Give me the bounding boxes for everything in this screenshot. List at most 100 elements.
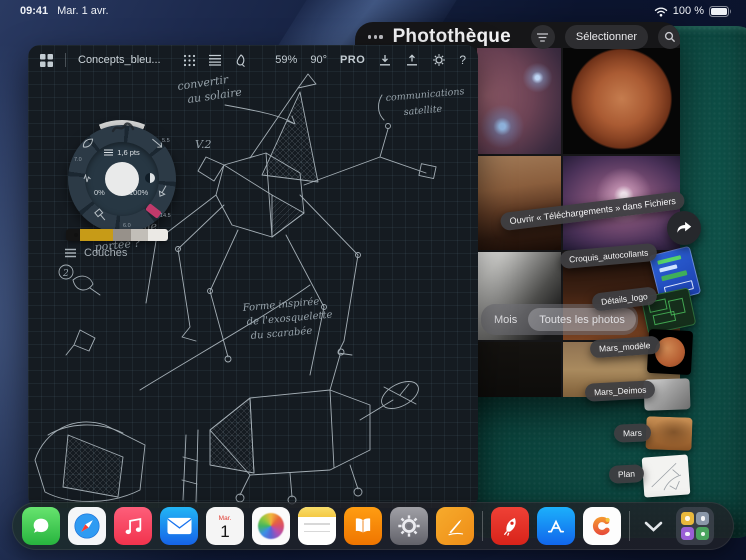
photo-mars-ridge[interactable] (477, 156, 561, 250)
tool-wheel[interactable]: 1,6 pts 0% 100% 7.0 5.5 14.5 6.0 (63, 120, 181, 238)
help-button[interactable]: ? (459, 53, 466, 67)
mail-envelope-icon (166, 517, 192, 535)
search-icon (664, 31, 676, 43)
dock-divider (482, 511, 483, 541)
precision-grid-icon[interactable] (183, 54, 196, 67)
dock-app-messages[interactable] (22, 507, 60, 545)
dock-app-notes[interactable] (298, 507, 336, 545)
photo-dark-frame[interactable] (477, 342, 561, 397)
photo-horsehead-nebula[interactable] (477, 48, 561, 154)
tab-months[interactable]: Mois (483, 308, 528, 331)
dock-app-calendar[interactable]: Mar. 1 (206, 507, 244, 545)
concepts-toolbar: Concepts_bleu... 59% 90° PRO ? (28, 45, 478, 75)
app-library-grid-icon (680, 511, 710, 541)
status-date: Mar. 1 avr. (57, 5, 109, 17)
opacity-min-label: 0% (94, 188, 105, 197)
layers-panel-toggle[interactable]: Couches (64, 247, 127, 259)
dock-app-c[interactable] (583, 507, 621, 545)
active-brush-icon (111, 122, 135, 133)
dock-app-books[interactable] (344, 507, 382, 545)
wheel-size-1: 7.0 (74, 157, 82, 163)
wheel-size-2: 5.5 (162, 138, 170, 144)
annotation-comms-1: communications (385, 86, 465, 104)
dock-app-photos[interactable] (252, 507, 290, 545)
import-icon[interactable] (378, 54, 392, 67)
settings-gear-icon[interactable] (432, 53, 446, 67)
contrast-icon[interactable] (145, 173, 155, 183)
document-title[interactable]: Concepts_bleu... (78, 54, 161, 66)
filter-button[interactable] (530, 25, 555, 49)
share-forward-button[interactable] (667, 211, 701, 245)
status-time: 09:41 (20, 5, 49, 17)
ipad-screen: 09:41 Mar. 1 avr. 100 % Photothèque Séle… (0, 0, 746, 560)
opacity-max-label: 100% (129, 188, 149, 197)
forward-arrow-icon (677, 221, 692, 233)
swatch-gray[interactable] (112, 229, 132, 241)
plan-sketch-lines (651, 462, 682, 491)
select-button[interactable]: Sélectionner (564, 25, 649, 49)
settings-gear-glyph (398, 515, 420, 537)
pro-badge[interactable]: PRO (340, 54, 365, 66)
more-icon[interactable] (368, 35, 383, 39)
annotation-comms-2: satellite (403, 104, 443, 118)
dock-app-concepts[interactable] (436, 507, 474, 545)
search-button[interactable] (658, 25, 680, 49)
calendar-day: 1 (220, 521, 230, 541)
selected-swatch-dot (74, 233, 78, 237)
layers-menu-icon[interactable] (208, 54, 222, 66)
gallery-icon[interactable] (40, 53, 53, 67)
swatch-lightgray[interactable] (131, 229, 148, 241)
photos-flower-icon (258, 513, 284, 539)
appstore-a-icon (547, 519, 565, 533)
stroke-weight-icon (104, 149, 114, 156)
drag-label-plan[interactable]: Plan (608, 464, 645, 484)
battery-icon (709, 5, 731, 17)
selection-tool-icon[interactable] (234, 53, 247, 67)
layers-icon (65, 248, 76, 258)
tab-all-photos[interactable]: Toutes les photos (528, 308, 636, 331)
rotation-value[interactable]: 90° (310, 54, 327, 66)
drag-thumb-mars-surface[interactable] (645, 416, 693, 451)
dock-app-mail[interactable] (160, 507, 198, 545)
safari-compass-icon (74, 513, 100, 539)
dock-app-appstore[interactable] (537, 507, 575, 545)
annotation-forme-3: du scarabée (250, 326, 313, 342)
annotation-version: V.2 (195, 138, 212, 151)
drag-label-mars[interactable]: Mars (613, 423, 652, 443)
rocket-icon (503, 518, 516, 536)
toolbar-divider (65, 53, 66, 67)
zoom-level[interactable]: 59% (275, 54, 297, 66)
export-icon[interactable] (405, 53, 419, 67)
dock-app-safari[interactable] (68, 507, 106, 545)
wifi-icon (654, 6, 667, 16)
wheel-size-3: 14.5 (160, 213, 171, 219)
photo-mars-planet[interactable] (563, 48, 680, 154)
layers-label: Couches (84, 247, 128, 259)
music-note-icon (125, 517, 142, 535)
annotation-circled-number: 2 (62, 269, 69, 279)
pen-knife-icon (448, 519, 464, 536)
dock-app-settings[interactable] (390, 507, 428, 545)
dock-app-rocket[interactable] (491, 507, 529, 545)
c-swirl-icon (592, 516, 612, 536)
chevron-down-icon (644, 521, 662, 532)
pressure-curve-icon (83, 174, 91, 183)
brush-size-label: 1,6 pts (68, 148, 176, 157)
color-swatch-bar (66, 229, 168, 241)
battery-percent: 100 % (672, 5, 704, 17)
dock-divider (629, 511, 630, 541)
dock: Mar. 1 (12, 502, 734, 550)
sketch-artwork: convertir au solaire communications sate… (34, 73, 465, 505)
notes-yellow-band (298, 507, 336, 517)
swatch-white[interactable] (147, 229, 168, 241)
books-icon (355, 518, 371, 533)
dock-collapse-button[interactable] (638, 511, 668, 541)
dock-app-library[interactable] (676, 507, 714, 545)
swatch-gold[interactable] (80, 229, 113, 241)
messages-bubble-icon (33, 518, 49, 533)
drag-thumb-plan[interactable] (641, 454, 691, 498)
drag-label-mars-deimos[interactable]: Mars_Deimos (584, 380, 656, 402)
filter-lines-icon (537, 32, 549, 42)
status-bar: 09:41 Mar. 1 avr. 100 % (0, 0, 746, 24)
dock-app-music[interactable] (114, 507, 152, 545)
